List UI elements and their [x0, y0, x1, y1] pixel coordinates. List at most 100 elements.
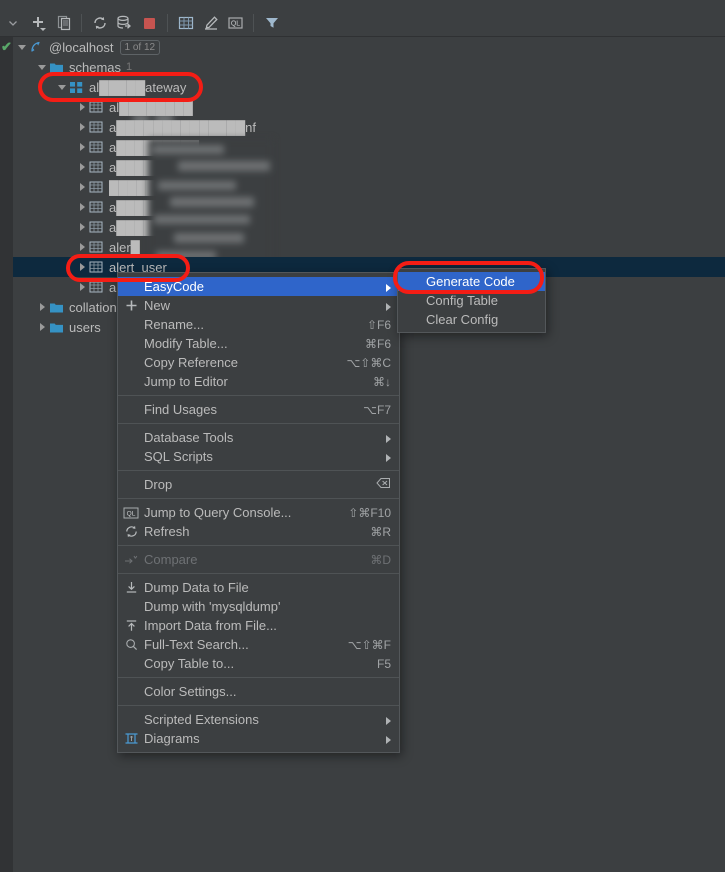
- chevron-collapsed-icon[interactable]: [77, 262, 88, 273]
- tree-row-table[interactable]: a██████ce: [13, 217, 725, 237]
- menu-item-refresh[interactable]: Refresh ⌘R: [118, 522, 399, 541]
- chevron-collapsed-icon[interactable]: [77, 242, 88, 253]
- menu-item-label: Dump with 'mysqldump': [144, 599, 281, 614]
- menu-separator: [118, 423, 399, 424]
- menu-item-label: Drop: [144, 477, 173, 492]
- chevron-collapsed-icon[interactable]: [77, 122, 88, 133]
- upload-icon: [118, 616, 144, 635]
- toolbar-separator-1: [81, 14, 82, 32]
- menu-item-shortcut: ⇧F6: [366, 317, 391, 332]
- menu-item-new[interactable]: New: [118, 296, 399, 315]
- menu-item-sql-scripts[interactable]: SQL Scripts: [118, 447, 399, 466]
- chevron-collapsed-icon[interactable]: [37, 302, 48, 313]
- toolbar-separator-3: [253, 14, 254, 32]
- submenu-item-label: Clear Config: [426, 312, 499, 327]
- sync-db-icon[interactable]: [112, 11, 137, 35]
- chevron-collapsed-icon[interactable]: [77, 282, 88, 293]
- table-icon: [88, 259, 104, 275]
- tree-row-schema[interactable]: al█████ateway: [13, 77, 725, 97]
- table-icon: [88, 279, 104, 295]
- chevron-collapsed-icon[interactable]: [77, 182, 88, 193]
- submenu-item-config-table[interactable]: Config Table: [398, 291, 545, 310]
- chevron-collapsed-icon[interactable]: [77, 162, 88, 173]
- menu-item-modify-table[interactable]: Modify Table... ⌘F6: [118, 334, 399, 353]
- refresh-icon[interactable]: [87, 11, 112, 35]
- table-icon: [88, 159, 104, 175]
- menu-item-label: Copy Table to...: [144, 656, 235, 671]
- chevron-collapsed-icon[interactable]: [77, 202, 88, 213]
- tree-row-table[interactable]: aler█: [13, 237, 725, 257]
- menu-item-label: Modify Table...: [144, 336, 228, 351]
- tree-row-table[interactable]: █████████io█: [13, 177, 725, 197]
- menu-item-drop[interactable]: Drop: [118, 475, 399, 494]
- tree-label-table: a██████████████nf: [109, 119, 257, 135]
- table-icon: [88, 239, 104, 255]
- table-icon: [88, 199, 104, 215]
- tree-row-table[interactable]: a████████████er: [13, 157, 725, 177]
- delete-tag-icon: [376, 477, 391, 492]
- menu-item-label: Full-Text Search...: [144, 637, 249, 652]
- menu-item-label: Compare: [144, 552, 198, 567]
- tree-row-table[interactable]: al████████: [13, 97, 725, 117]
- menu-item-jump-to-query-console[interactable]: QL Jump to Query Console... ⇧⌘F10: [118, 503, 399, 522]
- table-icon: [88, 179, 104, 195]
- menu-item-diagrams[interactable]: Diagrams: [118, 729, 399, 748]
- table-icon: [88, 219, 104, 235]
- chevron-expanded-icon[interactable]: [57, 82, 68, 93]
- chevron-collapsed-icon[interactable]: [37, 322, 48, 333]
- no-icon: [118, 710, 144, 729]
- no-icon: [118, 597, 144, 616]
- stop-icon[interactable]: [137, 11, 162, 35]
- table-icon[interactable]: [173, 11, 198, 35]
- tree-row-schemas[interactable]: schemas 1: [13, 57, 725, 77]
- refresh-icon: [118, 522, 144, 541]
- menu-item-full-text-search[interactable]: Full-Text Search... ⌥⇧⌘F: [118, 635, 399, 654]
- menu-item-color-settings[interactable]: Color Settings...: [118, 682, 399, 701]
- tree-row-table[interactable]: a█████████████: [13, 197, 725, 217]
- menu-item-copy-table-to[interactable]: Copy Table to... F5: [118, 654, 399, 673]
- menu-item-label: Database Tools: [144, 430, 234, 445]
- menu-item-easycode[interactable]: EasyCode: [118, 277, 399, 296]
- menu-item-import-data-from-file[interactable]: Import Data from File...: [118, 616, 399, 635]
- tree-row-table[interactable]: a█████████: [13, 137, 725, 157]
- tree-row-table[interactable]: a██████████████nf: [13, 117, 725, 137]
- menu-item-dump-with-mysqldump[interactable]: Dump with 'mysqldump': [118, 597, 399, 616]
- chevron-down-icon[interactable]: [0, 10, 26, 36]
- copy-icon[interactable]: [51, 11, 76, 35]
- menu-item-rename[interactable]: Rename... ⇧F6: [118, 315, 399, 334]
- table-icon: [88, 139, 104, 155]
- menu-item-copy-reference[interactable]: Copy Reference ⌥⇧⌘C: [118, 353, 399, 372]
- chevron-collapsed-icon[interactable]: [77, 222, 88, 233]
- tree-label-table: al████████: [109, 99, 193, 115]
- submenu-item-clear-config[interactable]: Clear Config: [398, 310, 545, 329]
- chevron-collapsed-icon[interactable]: [77, 102, 88, 113]
- menu-separator: [118, 677, 399, 678]
- menu-item-scripted-extensions[interactable]: Scripted Extensions: [118, 710, 399, 729]
- menu-item-shortcut: ⌘↓: [373, 374, 391, 389]
- menu-item-shortcut: ⌘D: [370, 552, 391, 567]
- menu-item-label: Import Data from File...: [144, 618, 277, 633]
- menu-item-database-tools[interactable]: Database Tools: [118, 428, 399, 447]
- menu-item-jump-to-editor[interactable]: Jump to Editor ⌘↓: [118, 372, 399, 391]
- menu-item-label: Color Settings...: [144, 684, 237, 699]
- edit-icon[interactable]: [198, 11, 223, 35]
- add-icon[interactable]: [26, 11, 51, 35]
- menu-item-dump-data-to-file[interactable]: Dump Data to File: [118, 578, 399, 597]
- chevron-expanded-icon[interactable]: [17, 42, 28, 53]
- menu-separator: [118, 498, 399, 499]
- compare-icon: [118, 550, 144, 569]
- no-icon: [118, 428, 144, 447]
- submenu-item-generate-code[interactable]: Generate Code: [398, 272, 545, 291]
- menu-item-find-usages[interactable]: Find Usages ⌥F7: [118, 400, 399, 419]
- chevron-collapsed-icon[interactable]: [77, 142, 88, 153]
- diagram-icon: [118, 729, 144, 748]
- menu-item-label: Scripted Extensions: [144, 712, 259, 727]
- toolbar-separator-2: [167, 14, 168, 32]
- folder-icon: [48, 59, 64, 75]
- chevron-expanded-icon[interactable]: [37, 62, 48, 73]
- query-console-icon[interactable]: QL: [223, 11, 248, 35]
- tree-label-schemas: schemas: [69, 59, 122, 75]
- menu-item-label: EasyCode: [144, 279, 204, 294]
- tree-row-localhost[interactable]: ✔ @localhost 1 of 12: [1, 37, 725, 57]
- filter-icon[interactable]: [259, 11, 284, 35]
